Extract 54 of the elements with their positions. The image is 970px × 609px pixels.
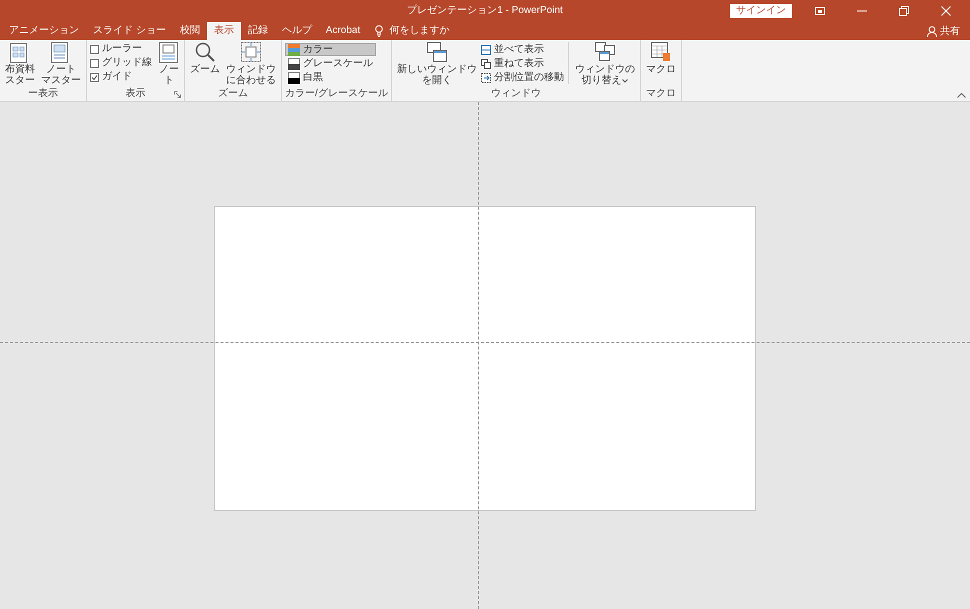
sign-in-button[interactable]: サインイン xyxy=(730,4,792,18)
ribbon-tab[interactable]: ヘルプ xyxy=(274,22,319,40)
group-label: マクロ xyxy=(646,88,676,101)
large-ribbon-button[interactable]: 新しいウィンドウ を開く xyxy=(394,42,479,88)
share-button[interactable]: 共有 xyxy=(927,22,960,40)
chevron-up-icon xyxy=(957,92,966,98)
striped-swatch-icon xyxy=(288,44,300,56)
group-label: 表示 xyxy=(126,88,146,101)
large-ribbon-button[interactable]: ノー ト xyxy=(157,42,181,88)
tell-me-field[interactable]: 何をしますか xyxy=(389,22,450,40)
checkbox-label[interactable]: グリッド線 xyxy=(102,57,152,69)
large-ribbon-button[interactable]: ズーム xyxy=(188,42,222,88)
half-filled-swatch-icon xyxy=(288,72,300,84)
checkbox[interactable] xyxy=(90,44,99,54)
large-ribbon-button[interactable]: ウィンドウ に合わせる xyxy=(224,42,278,88)
magnifier-icon xyxy=(195,42,215,63)
lightbulb-icon xyxy=(375,25,384,37)
ribbon-tab[interactable]: 校閲 xyxy=(172,22,207,40)
checkbox-label[interactable]: ガイド xyxy=(102,71,132,83)
color-mode-option[interactable]: カラー xyxy=(285,43,376,56)
group-label: ズーム xyxy=(218,88,248,101)
small-ribbon-button[interactable]: 分割位置の移動 xyxy=(480,71,564,84)
ribbon-tab[interactable]: 表示 xyxy=(206,22,241,40)
cascade-windows-icon xyxy=(480,58,491,68)
window-title: プレゼンテーション1 - PowerPoint xyxy=(407,5,563,16)
ribbon-tab[interactable]: スライド ショー xyxy=(86,22,173,40)
color-mode-option[interactable]: 白黒 xyxy=(285,71,376,84)
launcher-icon xyxy=(174,91,181,98)
ribbon-tab[interactable]: 記録 xyxy=(240,22,275,40)
collapse-ribbon-button[interactable] xyxy=(957,92,966,98)
small-ribbon-button[interactable]: 並べて表示 xyxy=(480,43,564,56)
dialog-launcher-button[interactable] xyxy=(174,91,181,98)
tiled-windows-icon xyxy=(480,44,491,54)
checkbox[interactable] xyxy=(90,72,99,82)
large-ribbon-button[interactable]: 布資料 スター xyxy=(3,42,37,88)
move-split-icon xyxy=(480,72,491,82)
ribbon-display-icon xyxy=(815,7,825,15)
large-ribbon-button[interactable]: ノート マスター xyxy=(39,42,83,88)
small-ribbon-button[interactable]: 重ねて表示 xyxy=(480,57,564,70)
minimize-icon xyxy=(857,10,867,12)
large-ribbon-button[interactable]: マクロ xyxy=(644,42,678,88)
half-filled-swatch-icon xyxy=(288,58,300,70)
group-label: カラー/グレースケール xyxy=(285,88,388,101)
color-mode-option[interactable]: グレースケール xyxy=(285,57,376,70)
ribbon-tab[interactable]: アニメーション xyxy=(2,22,86,40)
group-label: ウィンドウ xyxy=(490,88,541,101)
large-ribbon-button[interactable]: ウィンドウの 切り替え xyxy=(572,42,637,88)
checkbox-label[interactable]: ルーラー xyxy=(102,43,142,55)
person-icon xyxy=(927,26,937,36)
close-icon xyxy=(941,6,951,16)
group-label: ー表示 xyxy=(28,88,58,101)
ribbon-tab[interactable]: Acrobat xyxy=(318,22,368,40)
checkbox[interactable] xyxy=(90,58,99,68)
restore-icon xyxy=(899,6,909,16)
